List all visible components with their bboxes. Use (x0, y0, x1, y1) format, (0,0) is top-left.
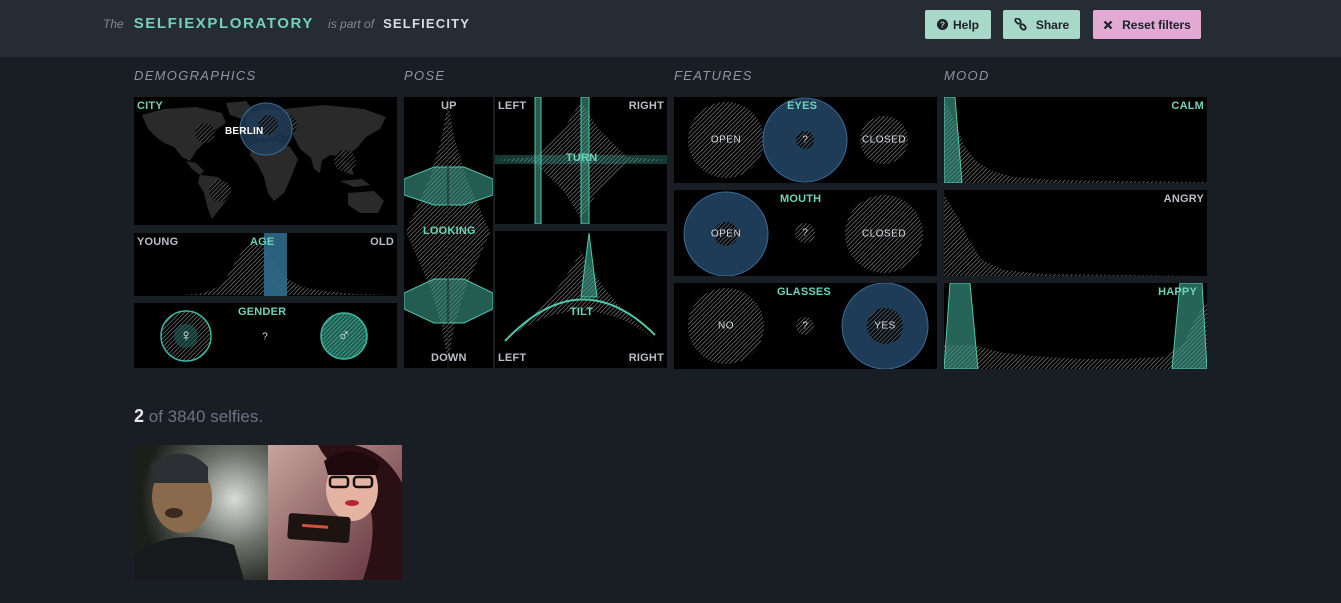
question-circle-icon: ? (936, 19, 948, 30)
looking-label: LOOKING (423, 225, 476, 237)
looking-up-label: UP (441, 100, 457, 112)
close-icon (1103, 20, 1113, 29)
angry-panel[interactable]: ANGRY (944, 190, 1207, 276)
mouth-closed-label: CLOSED (861, 228, 907, 240)
glasses-yes-label: YES (874, 320, 896, 332)
help-label: Help (952, 17, 979, 32)
selected-city-label: BERLIN (225, 126, 264, 137)
eyes-closed-label: CLOSED (861, 134, 907, 146)
mouth-panel[interactable]: MOUTH OPEN ? CLOSED (674, 190, 937, 276)
selfie-thumbnail[interactable] (268, 445, 402, 580)
city-label: CITY (137, 100, 163, 112)
help-button[interactable]: ? Help (925, 10, 991, 39)
reset-filters-button[interactable]: Reset filters (1093, 10, 1201, 39)
brand-infix: is part of (328, 17, 375, 31)
tilt-left-label: LEFT (498, 352, 527, 364)
turn-panel[interactable]: LEFT TURN RIGHT (495, 97, 667, 224)
angry-label: ANGRY (1163, 193, 1204, 205)
male-icon: ♂ (337, 326, 351, 345)
app-name-link[interactable]: SELFIEXPLORATORY (134, 15, 314, 32)
age-histogram-panel[interactable]: YOUNG AGE OLD (134, 233, 397, 296)
mouth-unknown-label: ? (802, 227, 808, 239)
gender-unknown: ? (262, 331, 268, 343)
age-old-label: OLD (370, 236, 394, 248)
results-count-text: of 3840 selfies. (148, 407, 264, 426)
calm-chart (944, 97, 1207, 183)
features-title: FEATURES (674, 68, 753, 83)
glasses-unknown-label: ? (802, 320, 808, 332)
selfie-image (268, 445, 402, 580)
turn-label: TURN (566, 152, 598, 164)
share-label: Share (1035, 17, 1070, 32)
calm-panel[interactable]: CALM (944, 97, 1207, 183)
tilt-right-label: RIGHT (628, 352, 664, 364)
top-bar: The SELFIEXPLORATORY is part of SELFIECI… (0, 0, 1341, 57)
calm-label: CALM (1171, 100, 1204, 112)
glasses-no-label: NO (718, 320, 734, 332)
gender-label: GENDER (238, 306, 287, 318)
results-count: 2 of 3840 selfies. (134, 406, 263, 427)
turn-left-label: LEFT (498, 100, 527, 112)
mouth-open-label: OPEN (710, 228, 742, 240)
results-count-number: 2 (134, 406, 145, 426)
brand: The SELFIEXPLORATORY is part of SELFIECI… (103, 15, 470, 32)
pose-title: POSE (404, 68, 446, 83)
demographics-title: DEMOGRAPHICS (134, 68, 257, 83)
glasses-panel[interactable]: GLASSES NO ? YES (674, 283, 937, 369)
city-map-panel[interactable]: CITY BERLIN (134, 97, 397, 225)
world-map (142, 101, 386, 219)
turn-left-selector[interactable] (534, 97, 542, 224)
eyes-panel[interactable]: EYES OPEN ? CLOSED (674, 97, 937, 183)
selfie-thumbnail[interactable] (134, 445, 268, 580)
female-icon: ♀ (179, 326, 193, 345)
happy-panel[interactable]: HAPPY (944, 283, 1207, 369)
age-young-label: YOUNG (137, 236, 179, 248)
looking-panel[interactable]: UP LOOKING DOWN (404, 97, 493, 368)
share-button[interactable]: Share (1003, 10, 1080, 39)
svg-text:?: ? (940, 20, 945, 30)
eyes-label: EYES (787, 100, 818, 112)
happy-label: HAPPY (1158, 286, 1197, 298)
looking-down-label: DOWN (431, 352, 467, 364)
tilt-panel[interactable]: TILT LEFT RIGHT (495, 231, 667, 368)
tilt-label: TILT (570, 306, 594, 318)
eyes-open-label: OPEN (710, 134, 742, 146)
brand-prefix: The (103, 17, 124, 31)
happy-low-selector[interactable] (944, 283, 979, 369)
turn-right-label: RIGHT (628, 100, 664, 112)
age-label: AGE (250, 236, 275, 248)
mood-title: MOOD (944, 68, 990, 83)
selfie-image (134, 445, 268, 580)
glasses-label: GLASSES (777, 286, 831, 298)
tilt-chart (504, 232, 657, 342)
eyes-unknown-label: ? (802, 134, 808, 146)
reset-label: Reset filters (1122, 17, 1191, 32)
mouth-label: MOUTH (780, 193, 822, 205)
link-icon (1014, 18, 1027, 31)
parent-site-link[interactable]: SELFIECITY (383, 16, 470, 31)
gender-panel[interactable]: GENDER ♀ ? ♂ (134, 303, 397, 368)
